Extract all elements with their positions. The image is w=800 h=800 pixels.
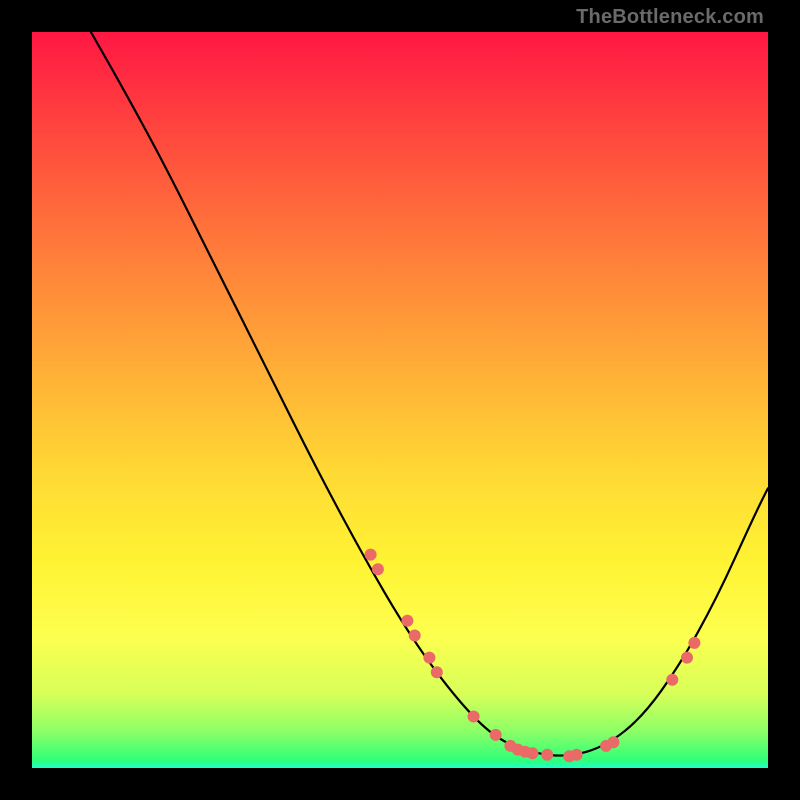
data-marker xyxy=(607,736,619,748)
data-marker xyxy=(423,652,435,664)
bottleneck-curve xyxy=(91,32,768,756)
data-marker xyxy=(541,749,553,761)
data-marker xyxy=(490,729,502,741)
data-marker xyxy=(409,630,421,642)
data-marker xyxy=(365,549,377,561)
data-marker xyxy=(527,747,539,759)
bottleneck-chart xyxy=(32,32,768,768)
data-marker xyxy=(681,652,693,664)
watermark-text: TheBottleneck.com xyxy=(576,6,764,29)
data-marker xyxy=(372,563,384,575)
data-marker xyxy=(688,637,700,649)
data-marker xyxy=(468,711,480,723)
data-marker xyxy=(401,615,413,627)
chart-area xyxy=(32,32,768,768)
data-marker xyxy=(431,666,443,678)
data-marker xyxy=(666,674,678,686)
data-markers xyxy=(365,549,701,763)
data-marker xyxy=(571,749,583,761)
